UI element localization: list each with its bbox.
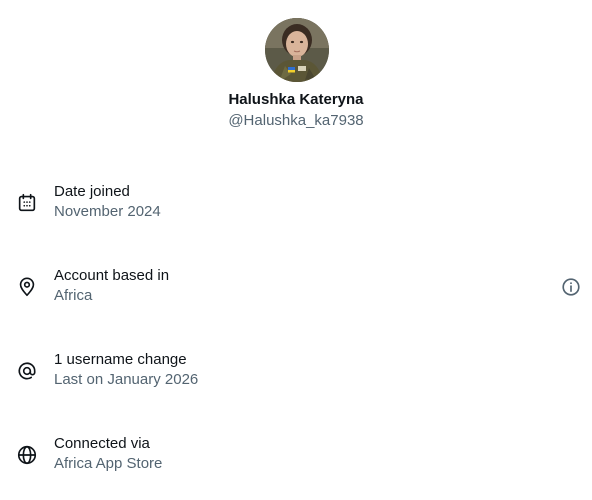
calendar-icon xyxy=(16,192,38,214)
detail-value-username-change: Last on January 2026 xyxy=(54,371,199,388)
profile-handle[interactable]: @Halushka_ka7938 xyxy=(0,112,592,130)
about-account-panel: Halushka Kateryna @Halushka_ka7938 Date … xyxy=(0,0,592,500)
detail-row-username-change: 1 username change Last on January 2026 xyxy=(0,350,592,394)
detail-value-date-joined: November 2024 xyxy=(54,203,161,220)
detail-title-username-change: 1 username change xyxy=(54,351,187,368)
profile-photo-icon xyxy=(265,18,329,82)
info-icon[interactable] xyxy=(560,276,582,298)
detail-title-account-based-in: Account based in xyxy=(54,267,170,284)
at-sign-icon xyxy=(16,360,38,382)
avatar[interactable] xyxy=(265,18,329,82)
detail-row-date-joined: Date joined November 2024 xyxy=(0,182,592,226)
detail-title-date-joined: Date joined xyxy=(54,183,130,200)
detail-value-account-based-in: Africa xyxy=(54,287,93,304)
detail-title-connected-via: Connected via xyxy=(54,435,150,452)
detail-value-connected-via: Africa App Store xyxy=(54,455,163,472)
profile-name: Halushka Kateryna xyxy=(228,91,364,108)
detail-row-account-based-in: Account based in Africa xyxy=(0,266,592,310)
globe-icon xyxy=(16,444,38,466)
detail-row-connected-via: Connected via Africa App Store xyxy=(0,434,592,478)
location-pin-icon xyxy=(16,276,38,298)
